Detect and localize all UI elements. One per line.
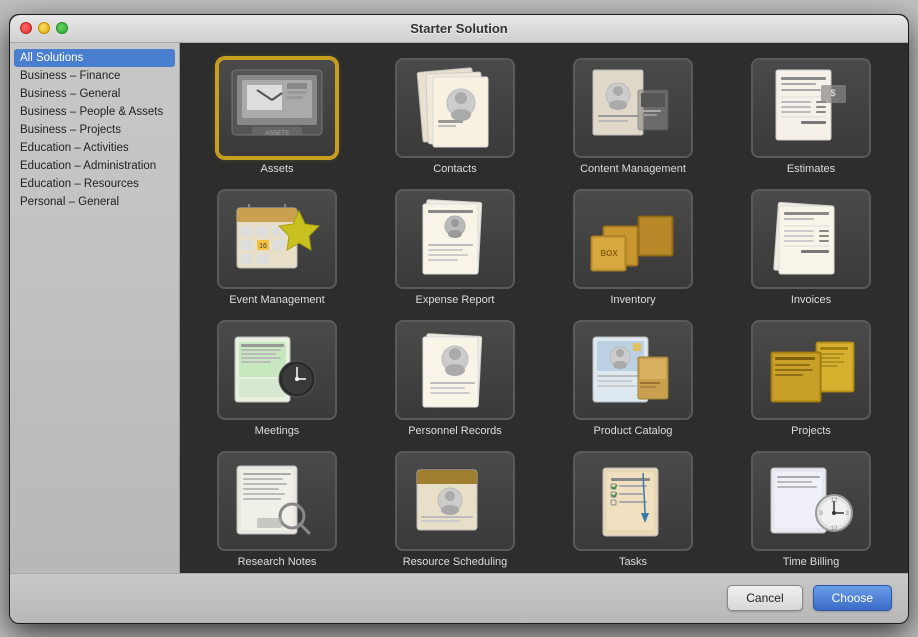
traffic-lights [20,22,68,34]
grid-item-icon-personnel-records [395,320,515,420]
svg-text:12: 12 [831,526,838,532]
sidebar-item-business-general[interactable]: Business – General [10,85,179,103]
grid-item-icon-contacts [395,58,515,158]
grid-item-invoices[interactable]: Invoices [729,189,893,306]
grid-item-meetings[interactable]: Meetings [195,320,359,437]
svg-text:12: 12 [831,498,838,504]
grid-item-resource-scheduling[interactable]: Resource Scheduling [373,451,537,568]
grid-item-label-meetings: Meetings [255,425,300,437]
close-button[interactable] [20,22,32,34]
svg-text:ASSETS: ASSETS [265,131,289,137]
svg-text:16: 16 [259,243,267,250]
grid-item-label-event-management: Event Management [229,294,324,306]
main-area: ASSETS Assets Contacts [180,43,908,573]
grid-item-icon-assets: ASSETS [217,58,337,158]
grid-item-label-invoices: Invoices [791,294,831,306]
grid-item-icon-meetings [217,320,337,420]
main-window: Starter Solution All SolutionsBusiness –… [9,14,909,624]
sidebar-item-education-resources[interactable]: Education – Resources [10,175,179,193]
sidebar-item-business-projects[interactable]: Business – Projects [10,121,179,139]
grid-item-label-content-management: Content Management [580,163,686,175]
grid-item-icon-tasks [573,451,693,551]
grid-item-time-billing[interactable]: 12 9 3 12 Time Billing [729,451,893,568]
grid-item-label-time-billing: Time Billing [783,556,839,568]
grid-item-label-assets: Assets [260,163,293,175]
grid-item-icon-product-catalog [573,320,693,420]
grid-item-estimates[interactable]: $ Estimates [729,58,893,175]
grid-item-icon-event-management: 16 [217,189,337,289]
bottom-bar: Cancel Choose [10,573,908,623]
grid-item-inventory[interactable]: BOX Inventory [551,189,715,306]
maximize-button[interactable] [56,22,68,34]
grid-item-label-research-notes: Research Notes [238,556,317,568]
grid-item-personnel-records[interactable]: Personnel Records [373,320,537,437]
sidebar-item-education-activities[interactable]: Education – Activities [10,139,179,157]
sidebar-item-business-finance[interactable]: Business – Finance [10,67,179,85]
grid-item-icon-projects [751,320,871,420]
sidebar-item-business-people[interactable]: Business – People & Assets [10,103,179,121]
grid-item-assets[interactable]: ASSETS Assets [195,58,359,175]
grid-item-icon-estimates: $ [751,58,871,158]
svg-text:$: $ [830,88,835,98]
grid-item-icon-inventory: BOX [573,189,693,289]
grid-item-content-management[interactable]: Content Management [551,58,715,175]
grid-item-expense-report[interactable]: Expense Report [373,189,537,306]
content-area: All SolutionsBusiness – FinanceBusiness … [10,43,908,573]
grid-item-research-notes[interactable]: Research Notes [195,451,359,568]
grid-item-label-resource-scheduling: Resource Scheduling [403,556,508,568]
grid-item-label-tasks: Tasks [619,556,647,568]
grid-item-projects[interactable]: Projects [729,320,893,437]
grid-item-icon-content-management [573,58,693,158]
grid-item-icon-resource-scheduling [395,451,515,551]
grid-item-icon-expense-report [395,189,515,289]
solutions-grid: ASSETS Assets Contacts [195,58,893,568]
choose-button[interactable]: Choose [813,585,892,611]
cancel-button[interactable]: Cancel [727,585,802,611]
title-bar: Starter Solution [10,15,908,43]
grid-item-label-product-catalog: Product Catalog [594,425,673,437]
grid-item-label-inventory: Inventory [610,294,655,306]
window-title: Starter Solution [410,21,508,36]
grid-item-label-personnel-records: Personnel Records [408,425,502,437]
grid-item-tasks[interactable]: Tasks [551,451,715,568]
sidebar-item-all-solutions[interactable]: All Solutions [14,49,175,67]
grid-item-icon-research-notes [217,451,337,551]
grid-item-label-expense-report: Expense Report [416,294,495,306]
grid-item-contacts[interactable]: Contacts [373,58,537,175]
sidebar-item-education-administration[interactable]: Education – Administration [10,157,179,175]
minimize-button[interactable] [38,22,50,34]
grid-item-label-contacts: Contacts [433,163,476,175]
grid-item-event-management[interactable]: 16 Event Management [195,189,359,306]
grid-item-label-projects: Projects [791,425,831,437]
svg-text:BOX: BOX [600,249,618,258]
sidebar: All SolutionsBusiness – FinanceBusiness … [10,43,180,573]
grid-item-product-catalog[interactable]: Product Catalog [551,320,715,437]
grid-item-label-estimates: Estimates [787,163,835,175]
sidebar-item-personal-general[interactable]: Personal – General [10,193,179,211]
grid-item-icon-time-billing: 12 9 3 12 [751,451,871,551]
grid-item-icon-invoices [751,189,871,289]
